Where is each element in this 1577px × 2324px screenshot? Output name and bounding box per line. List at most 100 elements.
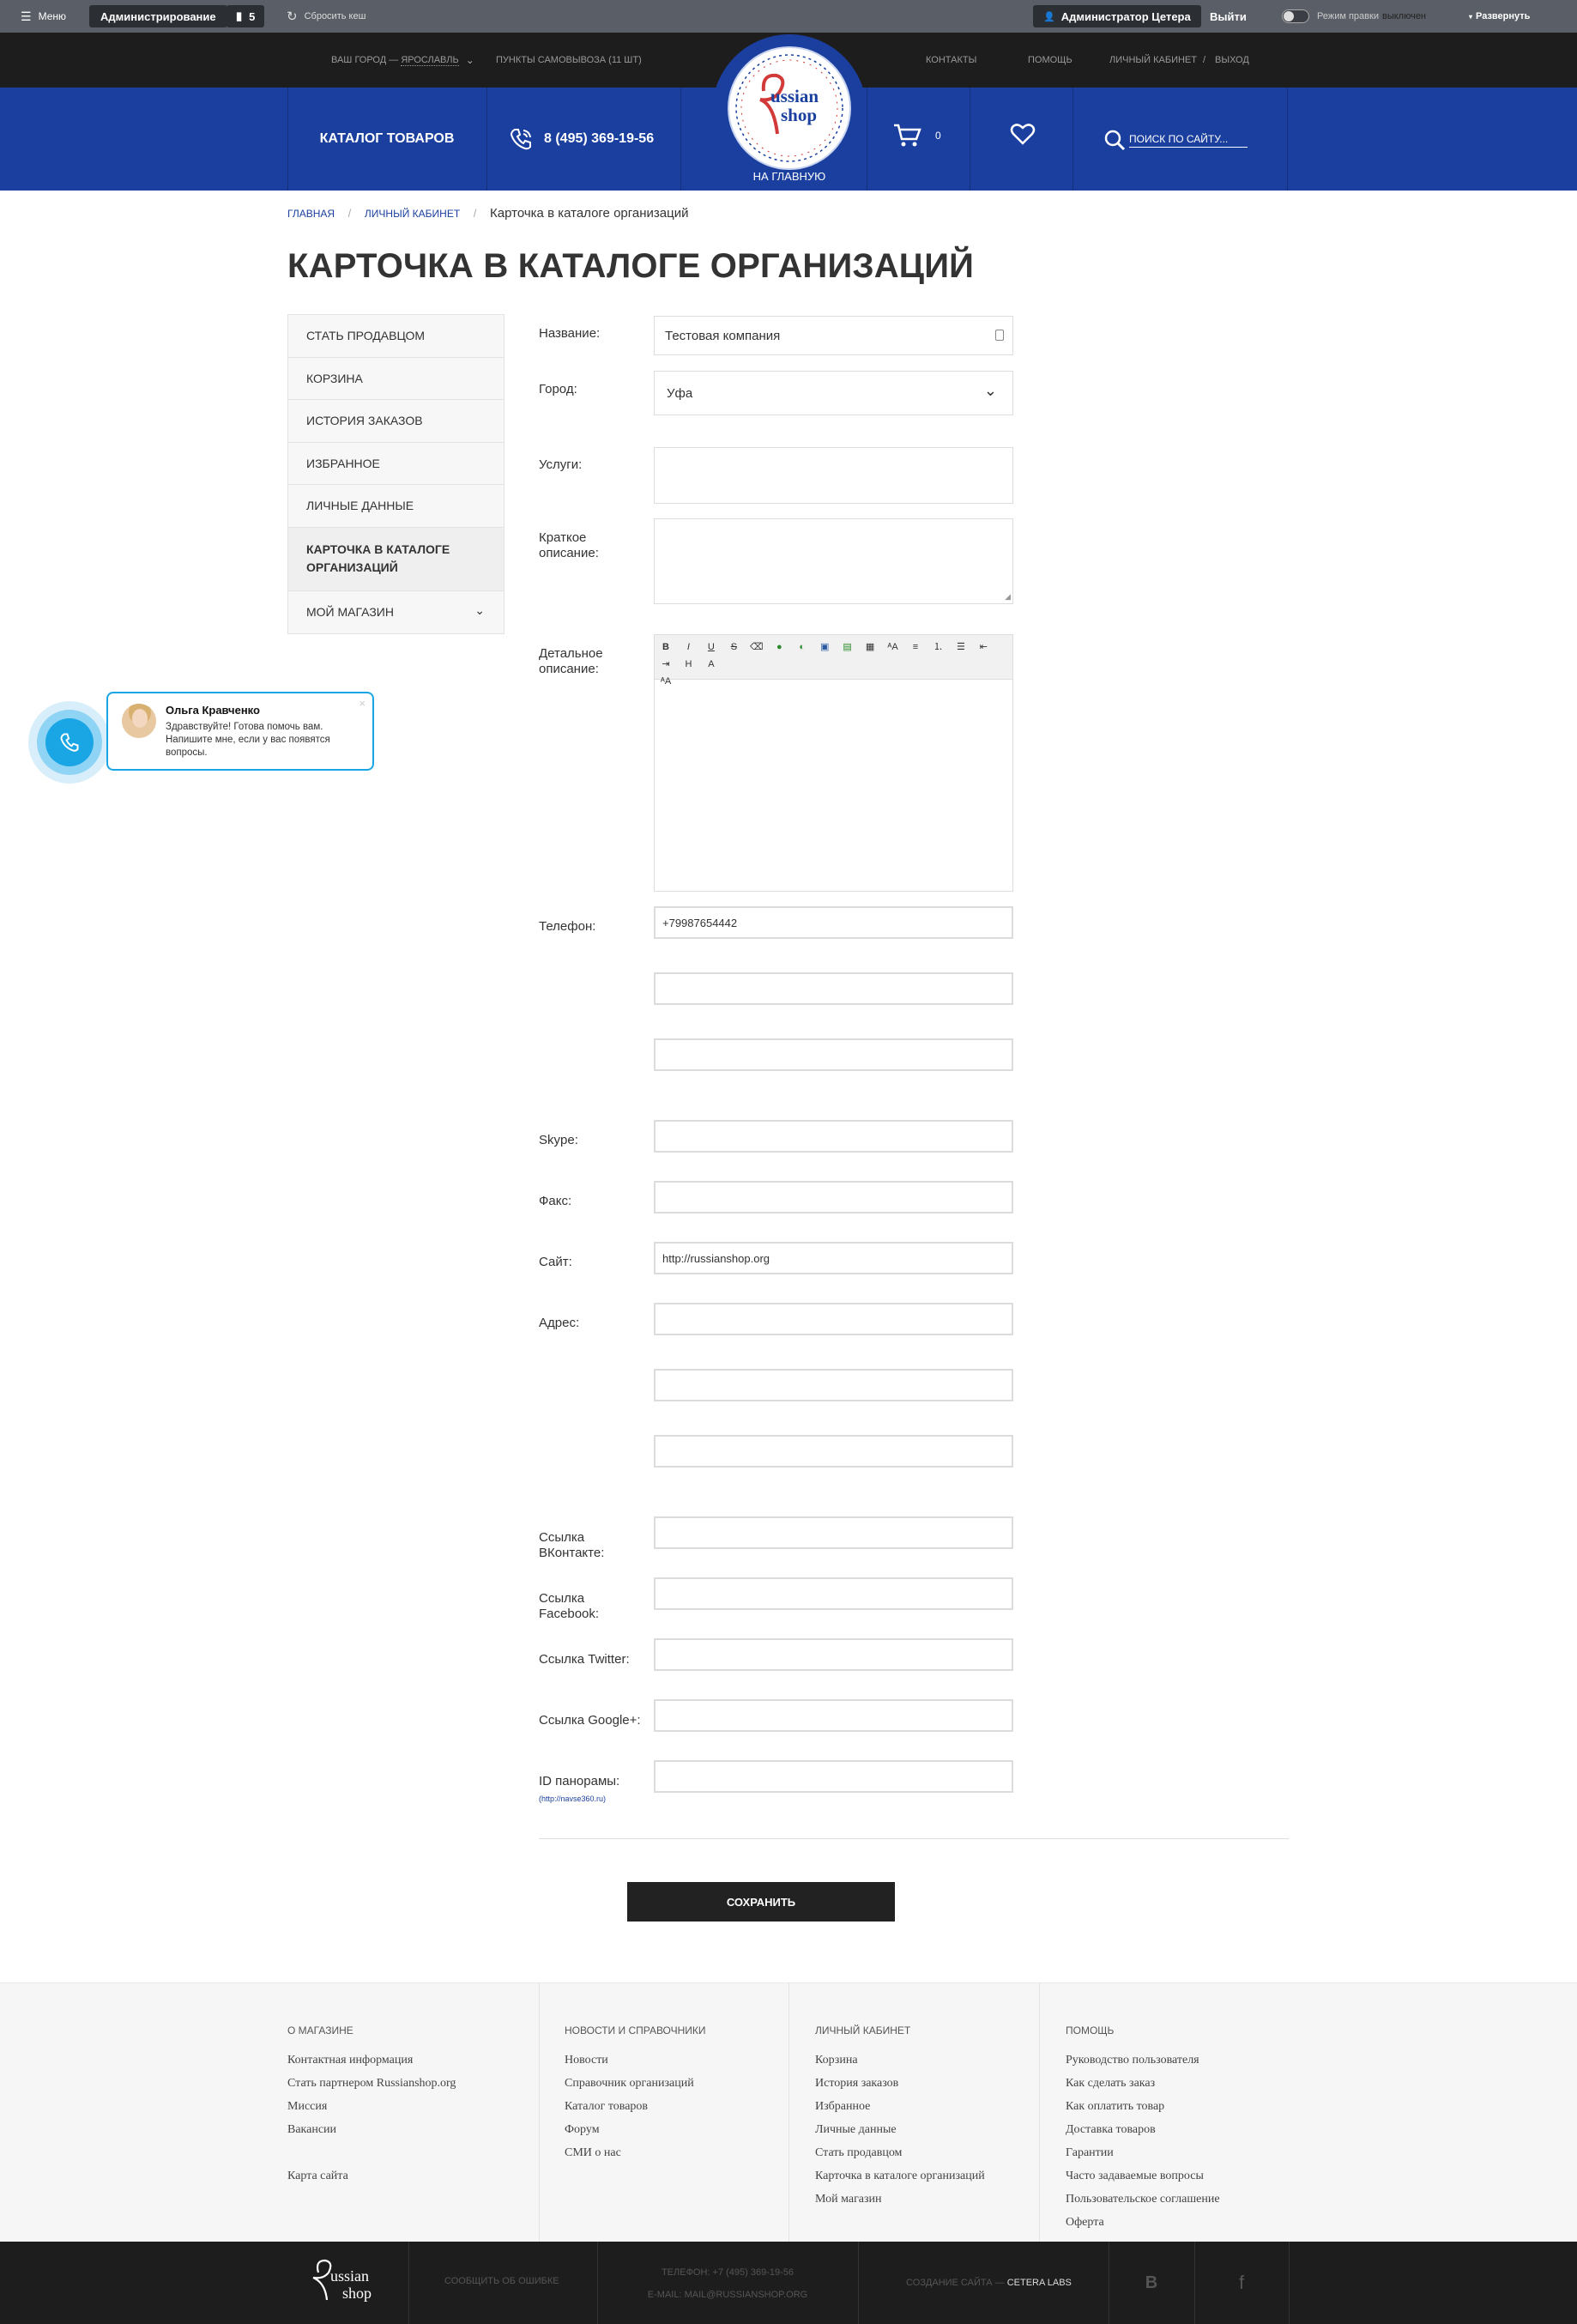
sidebar-item-org-card[interactable]: Карточка в каталоге организаций — [288, 527, 504, 591]
video-icon[interactable]: ▤ — [839, 638, 856, 656]
skype-input[interactable] — [654, 1120, 1013, 1153]
bullet-list-icon[interactable]: ☰ — [952, 638, 970, 656]
cart-button[interactable]: 0 — [892, 122, 941, 149]
strike-icon[interactable]: S — [725, 638, 742, 656]
site-input[interactable]: http://russianshop.org — [654, 1242, 1013, 1274]
panorama-hint-link[interactable]: (http://navse360.ru) — [539, 1794, 606, 1803]
contacts-link[interactable]: Контакты — [926, 33, 976, 88]
footer-link[interactable]: Каталог товаров — [565, 2100, 648, 2114]
made-by-link[interactable]: Cetera labs — [1007, 2278, 1072, 2288]
footer-link[interactable]: Корзина — [815, 2054, 858, 2067]
sidebar-item-cart[interactable]: Корзина — [288, 358, 504, 400]
edit-mode-toggle[interactable]: Режим правки выключен — [1282, 0, 1426, 33]
footer-link[interactable]: Форум — [565, 2123, 600, 2137]
report-error-link[interactable]: Сообщить об ошибке — [444, 2276, 559, 2286]
unlink-icon[interactable]: ◐ — [794, 638, 811, 656]
phone-input-3[interactable] — [654, 1038, 1013, 1071]
footer-link[interactable]: Справочник организаций — [565, 2077, 694, 2091]
footer-link[interactable]: Избранное — [815, 2100, 870, 2114]
panorama-input[interactable] — [654, 1760, 1013, 1793]
indent-icon[interactable]: ⇥ — [657, 656, 674, 673]
footer-link[interactable]: СМИ о нас — [565, 2146, 621, 2160]
address-input-2[interactable] — [654, 1369, 1013, 1401]
logo-home-link[interactable]: ussian shop НА ГЛАВНУЮ — [712, 34, 867, 191]
sidebar-item-become-seller[interactable]: Стать продавцом — [288, 315, 504, 358]
services-input[interactable] — [654, 447, 1013, 504]
facebook-icon[interactable]: f — [1194, 2242, 1289, 2324]
footer-link[interactable]: Руководство пользователя — [1066, 2054, 1199, 2067]
font-color-icon[interactable]: A — [703, 656, 720, 673]
chat-bubble[interactable]: Ольга Кравченко Здравствуйте! Готова пом… — [106, 692, 374, 771]
phone-link[interactable]: 8 (495) 369-19-56 — [508, 88, 654, 191]
vk-icon[interactable]: В — [1109, 2242, 1194, 2324]
breadcrumb-home[interactable]: Главная — [287, 208, 335, 220]
image-icon[interactable]: ▣ — [816, 638, 833, 656]
footer-link[interactable]: Гарантии — [1066, 2146, 1114, 2160]
font-size-icon[interactable]: ᴬA — [657, 673, 674, 690]
address-input-1[interactable] — [654, 1303, 1013, 1335]
reset-cache-button[interactable]: ↻ Сбросить кеш — [287, 0, 366, 33]
phone-input-2[interactable] — [654, 972, 1013, 1005]
footer-link[interactable]: Миссия — [287, 2100, 327, 2114]
footer-link[interactable]: Карточка в каталоге организаций — [815, 2170, 985, 2183]
city-selector[interactable]: Ваш город — Ярославль ⌄ — [331, 33, 474, 88]
footer-link[interactable]: Стать партнером Russianshop.org — [287, 2077, 456, 2091]
admin-user-button[interactable]: 👤 Администратор Цетера — [1033, 5, 1201, 27]
footer-link[interactable]: Пользовательское соглашение — [1066, 2193, 1220, 2206]
fax-input[interactable] — [654, 1181, 1013, 1213]
footer-link[interactable]: Вакансии — [287, 2123, 336, 2137]
outdent-icon[interactable]: ⇤ — [975, 638, 992, 656]
search-box[interactable]: ПОИСК ПО САЙТУ... — [1103, 129, 1248, 151]
vk-input[interactable] — [654, 1516, 1013, 1549]
save-button[interactable]: Сохранить — [627, 1882, 895, 1922]
link-icon[interactable]: ● — [770, 638, 788, 656]
footer-link[interactable]: Новости — [565, 2054, 608, 2067]
heading-icon[interactable]: H — [680, 656, 697, 673]
detail-desc-editor[interactable]: B I U S ⌫ ● ◐ ▣ ▤ ▦ ᴬA ≡ ⒈ ☰ ⇤ ⇥ H A ᴬA — [654, 634, 1013, 892]
footer-link[interactable]: Личные данные — [815, 2123, 897, 2137]
sidebar-item-favorites[interactable]: Избранное — [288, 443, 504, 485]
sidebar-item-my-shop[interactable]: Мой магазин ⌄ — [288, 591, 504, 634]
ordered-list-icon[interactable]: ⒈ — [929, 638, 946, 656]
help-link[interactable]: Помощь — [1028, 33, 1072, 88]
exit-link[interactable]: Выход — [1215, 33, 1249, 88]
footer-link[interactable]: Мой магазин — [815, 2193, 882, 2206]
footer-link[interactable]: Как оплатить товар — [1066, 2100, 1164, 2114]
search-input[interactable]: ПОИСК ПО САЙТУ... — [1129, 133, 1248, 148]
footer-link[interactable]: Оферта — [1066, 2216, 1104, 2230]
sidebar-item-personal-data[interactable]: Личные данные — [288, 485, 504, 528]
footer-link[interactable]: История заказов — [815, 2077, 898, 2091]
footer-link[interactable]: Контактная информация — [287, 2054, 413, 2067]
footer-email[interactable]: E-mail: mail@russianshop.org — [597, 2290, 858, 2300]
close-icon[interactable]: × — [359, 697, 366, 710]
callback-widget[interactable] — [28, 701, 111, 784]
fb-input[interactable] — [654, 1577, 1013, 1610]
short-desc-textarea[interactable]: ◢ — [654, 518, 1013, 604]
eraser-icon[interactable]: ⌫ — [748, 638, 765, 656]
footer-link[interactable]: Доставка товаров — [1066, 2123, 1156, 2137]
paste-icon[interactable]: ▦ — [861, 638, 879, 656]
name-input[interactable]: Тестовая компания — [654, 316, 1013, 355]
city-select[interactable]: Уфа ⌄ — [654, 371, 1013, 415]
footer-link[interactable]: Часто задаваемые вопросы — [1066, 2170, 1204, 2183]
logout-button[interactable]: Выйти — [1210, 0, 1247, 33]
admin-button[interactable]: Администрирование — [89, 5, 227, 27]
cabinet-link[interactable]: Личный кабинет — [1109, 33, 1197, 88]
catalog-button[interactable]: Каталог товаров — [287, 88, 486, 191]
expand-button[interactable]: ▾ Развернуть — [1469, 0, 1530, 33]
align-icon[interactable]: ≡ — [907, 638, 924, 656]
footer-link[interactable]: Стать продавцом — [815, 2146, 902, 2160]
underline-icon[interactable]: U — [703, 638, 720, 656]
footer-logo[interactable]: ussian shop — [305, 2254, 390, 2312]
font-icon[interactable]: ᴬA — [885, 638, 902, 656]
twitter-input[interactable] — [654, 1638, 1013, 1671]
bold-icon[interactable]: B — [657, 638, 674, 656]
italic-icon[interactable]: I — [680, 638, 697, 656]
pickup-points-link[interactable]: Пункты самовывоза (11 шт) — [496, 33, 642, 88]
phone-input-1[interactable]: +79987654442 — [654, 906, 1013, 939]
sidebar-item-order-history[interactable]: История заказов — [288, 400, 504, 443]
menu-button[interactable]: ☰ Меню — [21, 0, 66, 33]
footer-link[interactable]: Как сделать заказ — [1066, 2077, 1155, 2091]
notifications-button[interactable]: ▮ 5 — [227, 5, 265, 27]
sitemap-link[interactable]: Карта сайта — [287, 2170, 348, 2183]
